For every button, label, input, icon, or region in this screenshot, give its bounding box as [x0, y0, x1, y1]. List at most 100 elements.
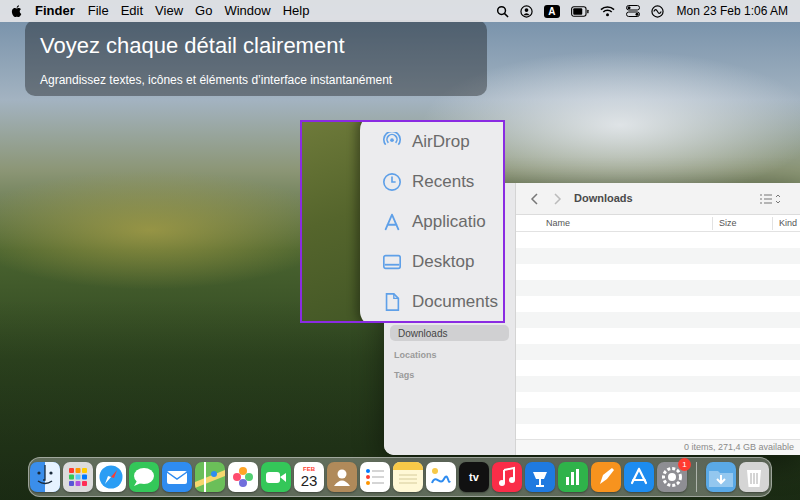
safari-glyph — [96, 462, 126, 492]
launchpad-glyph — [63, 462, 93, 492]
magnifier-lens[interactable]: AirDropRecentsApplicatioDesktopDocuments — [300, 120, 505, 323]
contacts-icon[interactable] — [327, 462, 357, 492]
appstore-icon[interactable] — [624, 462, 654, 492]
file-list — [516, 232, 800, 439]
numbers-icon[interactable] — [558, 462, 588, 492]
apple-icon[interactable] — [10, 4, 23, 18]
notes-app[interactable] — [393, 462, 423, 492]
trash-app[interactable] — [739, 462, 769, 492]
safari-icon[interactable] — [96, 462, 126, 492]
reminders-icon[interactable] — [360, 462, 390, 492]
notes-glyph — [393, 462, 423, 492]
trash-icon[interactable] — [739, 462, 769, 492]
tv-app[interactable]: tv — [459, 462, 489, 492]
menu-item[interactable]: Window — [224, 1, 270, 21]
magnified-sidebar: AirDropRecentsApplicatioDesktopDocuments — [360, 120, 505, 323]
status-bar: 0 items, 271,4 GB available — [516, 439, 800, 455]
launchpad-icon[interactable] — [63, 462, 93, 492]
column-heading[interactable]: Size — [712, 217, 772, 230]
freeform-app[interactable] — [426, 462, 456, 492]
empty-row — [516, 280, 800, 296]
freeform-icon[interactable] — [426, 462, 456, 492]
mail-app[interactable] — [162, 462, 192, 492]
maps-icon[interactable] — [195, 462, 225, 492]
maps-glyph — [195, 462, 225, 492]
calendar-app[interactable]: FEB23 — [294, 462, 324, 492]
list-view-icon[interactable] — [760, 194, 782, 204]
pages-icon[interactable] — [591, 462, 621, 492]
photos-icon[interactable] — [228, 462, 258, 492]
menu-item[interactable]: File — [88, 1, 109, 21]
facetime-glyph — [261, 462, 291, 492]
music-app[interactable] — [492, 462, 522, 492]
control-center-icon[interactable] — [626, 5, 640, 17]
app-menu[interactable]: Finder — [35, 1, 75, 21]
mail-icon[interactable] — [162, 462, 192, 492]
facetime-app[interactable] — [261, 462, 291, 492]
search-icon[interactable] — [496, 5, 509, 18]
input-source[interactable]: A — [544, 5, 559, 18]
settings-app[interactable]: 1 — [657, 462, 687, 492]
appstore-app[interactable] — [624, 462, 654, 492]
dock: FEB23 tv 1 — [28, 457, 772, 497]
maps-app[interactable] — [195, 462, 225, 492]
magnified-item: Desktop — [382, 242, 505, 282]
sidebar-section: Locations — [390, 349, 509, 361]
tv-icon[interactable]: tv — [459, 462, 489, 492]
keynote-icon[interactable] — [525, 462, 555, 492]
music-icon[interactable] — [492, 462, 522, 492]
pages-app[interactable] — [591, 462, 621, 492]
folder-app[interactable] — [706, 462, 736, 492]
empty-row — [516, 424, 800, 439]
clock[interactable]: Mon 23 Feb 1:06 AM — [677, 2, 788, 20]
numbers-app[interactable] — [558, 462, 588, 492]
airdrop-icon — [382, 132, 402, 152]
column-heading[interactable]: Name — [516, 217, 712, 230]
empty-row — [516, 392, 800, 408]
photos-glyph — [228, 462, 258, 492]
user-icon[interactable] — [520, 5, 533, 18]
safari-app[interactable] — [96, 462, 126, 492]
vineyard-hill — [0, 170, 340, 290]
back-icon[interactable] — [530, 193, 540, 205]
photos-app[interactable] — [228, 462, 258, 492]
contacts-app[interactable] — [327, 462, 357, 492]
column-heading[interactable]: Kind — [772, 217, 800, 230]
forward-icon[interactable] — [552, 193, 562, 205]
magnified-label: Recents — [412, 169, 474, 195]
menu-item[interactable]: Edit — [121, 1, 143, 21]
empty-row — [516, 360, 800, 376]
finder-main: Downloads NameSizeKind 0 items, 271,4 GB a… — [516, 183, 800, 455]
messages-icon[interactable] — [129, 462, 159, 492]
magnified-label: Desktop — [412, 249, 474, 275]
battery-icon[interactable] — [571, 6, 589, 17]
reminders-app[interactable] — [360, 462, 390, 492]
magnified-label: Documents — [412, 289, 498, 315]
music-glyph — [492, 462, 522, 492]
keynote-app[interactable] — [525, 462, 555, 492]
menu-item[interactable]: View — [155, 1, 183, 21]
empty-row — [516, 264, 800, 280]
calendar-day: 23 — [301, 473, 318, 489]
sidebar-item[interactable]: Downloads — [390, 325, 509, 341]
notes-icon[interactable] — [393, 462, 423, 492]
siri-icon[interactable] — [651, 5, 664, 18]
notification-badge: 1 — [678, 458, 691, 471]
keynote-glyph — [525, 462, 555, 492]
finder-toolbar: Downloads — [516, 183, 800, 215]
calendar-icon[interactable]: FEB23 — [294, 462, 324, 492]
magnified-label: Applicatio — [412, 209, 486, 235]
wifi-icon[interactable] — [600, 5, 615, 17]
clock-icon — [382, 172, 402, 192]
messages-app[interactable] — [129, 462, 159, 492]
dock-separator — [696, 462, 697, 492]
folder-icon[interactable] — [706, 462, 736, 492]
magnified-item: Applicatio — [382, 202, 505, 242]
menu-item[interactable]: Go — [195, 1, 212, 21]
menu-item[interactable]: Help — [283, 1, 310, 21]
finder-app[interactable] — [30, 462, 60, 492]
finder-icon[interactable] — [30, 462, 60, 492]
facetime-icon[interactable] — [261, 462, 291, 492]
launchpad-app[interactable] — [63, 462, 93, 492]
empty-row — [516, 376, 800, 392]
